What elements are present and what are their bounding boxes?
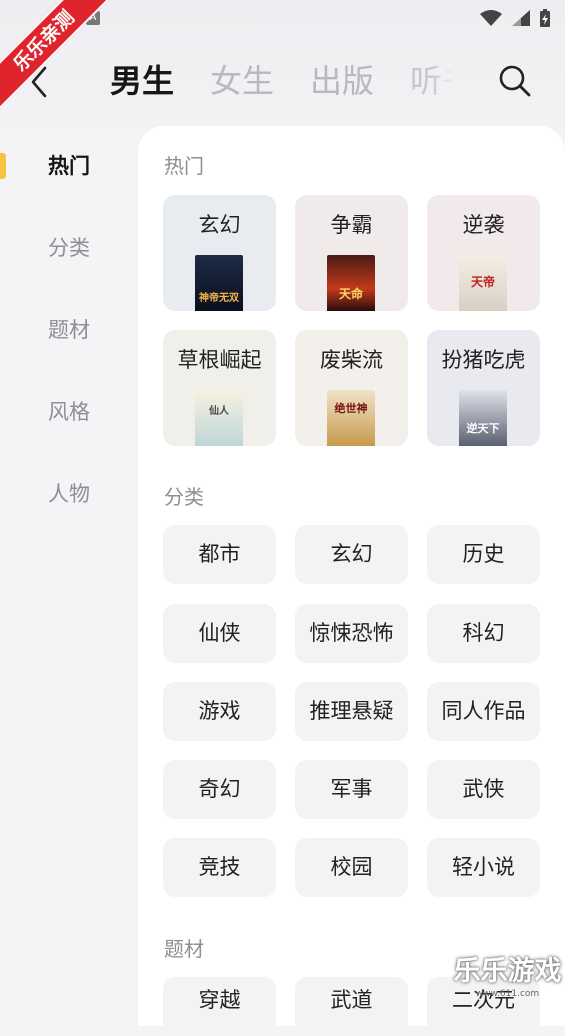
hot-card-label: 玄幻 — [198, 213, 241, 237]
hot-card-label: 废柴流 — [320, 348, 383, 372]
category-pill[interactable]: 奇幻 — [163, 760, 276, 819]
hot-card-label: 草根崛起 — [177, 348, 262, 372]
category-pill[interactable]: 轻小说 — [427, 838, 540, 897]
book-cover-title: 绝世神 — [334, 402, 368, 415]
book-cover: 逆天下 — [459, 390, 507, 446]
category-pill[interactable]: 惊悚恐怖 — [295, 604, 408, 663]
hot-card[interactable]: 扮猪吃虎 逆天下 — [427, 330, 540, 446]
section-title-theme: 题材 — [164, 937, 204, 961]
battery-icon — [540, 9, 550, 27]
category-pill[interactable]: 玄幻 — [295, 525, 408, 584]
sidebar-item-hot[interactable]: 热门 — [0, 126, 138, 208]
content-panel: 热门 玄幻 神帝无双 争霸 天命 逆袭 天帝 草根崛起 仙人 废柴流 绝世神 扮… — [138, 126, 565, 1036]
sidebar-item-category[interactable]: 分类 — [0, 208, 138, 290]
sidebar-item-theme[interactable]: 题材 — [0, 290, 138, 372]
hot-card[interactable]: 废柴流 绝世神 — [295, 330, 408, 446]
category-pill[interactable]: 同人作品 — [427, 682, 540, 741]
theme-pill[interactable]: 穿越 — [163, 977, 276, 1036]
back-arrow-icon[interactable] — [26, 62, 56, 102]
section-title-hot: 热门 — [164, 154, 204, 178]
category-pill[interactable]: 游戏 — [163, 682, 276, 741]
hot-card-label: 逆袭 — [462, 213, 505, 237]
signal-icon — [512, 10, 530, 26]
category-tabs: 男生 女生 出版 听书 — [110, 56, 454, 106]
hot-card-label: 扮猪吃虎 — [441, 348, 526, 372]
book-cover: 天命 — [327, 255, 375, 311]
tab-publish[interactable]: 出版 — [310, 56, 374, 106]
hot-card[interactable]: 玄幻 神帝无双 — [163, 195, 276, 311]
theme-pill[interactable]: 武道 — [295, 977, 408, 1036]
category-pill[interactable]: 武侠 — [427, 760, 540, 819]
book-cover: 神帝无双 — [195, 255, 243, 311]
tab-female[interactable]: 女生 — [210, 56, 274, 106]
category-pill[interactable]: 军事 — [295, 760, 408, 819]
tab-male[interactable]: 男生 — [110, 56, 174, 106]
sidebar-item-label: 风格 — [48, 400, 90, 424]
category-pill[interactable]: 历史 — [427, 525, 540, 584]
hot-card[interactable]: 逆袭 天帝 — [427, 195, 540, 311]
book-cover-title: 仙人 — [209, 406, 229, 417]
hot-card-label: 争霸 — [330, 213, 373, 237]
sidebar-item-label: 分类 — [48, 236, 90, 260]
sidebar-item-label: 人物 — [48, 482, 90, 506]
search-icon[interactable] — [498, 64, 532, 98]
section-title-category: 分类 — [164, 485, 204, 509]
tab-audio[interactable]: 听书 — [410, 56, 454, 106]
watermark-text: 乐乐游戏 — [453, 956, 562, 987]
book-cover: 天帝 — [459, 255, 507, 311]
sidebar-item-label: 热门 — [48, 154, 90, 178]
watermark-url: www.611.com — [475, 989, 540, 999]
hot-card[interactable]: 争霸 天命 — [295, 195, 408, 311]
book-cover-title: 天命 — [338, 287, 363, 301]
category-pill[interactable]: 推理悬疑 — [295, 682, 408, 741]
sidebar: 热门 分类 题材 风格 人物 — [0, 126, 138, 536]
sidebar-item-label: 题材 — [48, 318, 90, 342]
category-pill[interactable]: 仙侠 — [163, 604, 276, 663]
book-cover: 仙人 — [195, 390, 243, 446]
book-cover: 绝世神 — [327, 390, 375, 446]
hot-card[interactable]: 草根崛起 仙人 — [163, 330, 276, 446]
book-cover-title: 逆天下 — [466, 422, 500, 435]
site-watermark: 乐乐游戏 www.611.com — [450, 955, 565, 1004]
book-cover-title: 天帝 — [470, 275, 495, 289]
book-cover-title: 神帝无双 — [199, 293, 239, 304]
category-pill[interactable]: 校园 — [295, 838, 408, 897]
category-pill[interactable]: 都市 — [163, 525, 276, 584]
wifi-icon — [480, 10, 502, 26]
category-pill[interactable]: 竞技 — [163, 838, 276, 897]
sidebar-item-character[interactable]: 人物 — [0, 454, 138, 536]
category-pill[interactable]: 科幻 — [427, 604, 540, 663]
sidebar-item-style[interactable]: 风格 — [0, 372, 138, 454]
active-indicator — [0, 153, 6, 179]
